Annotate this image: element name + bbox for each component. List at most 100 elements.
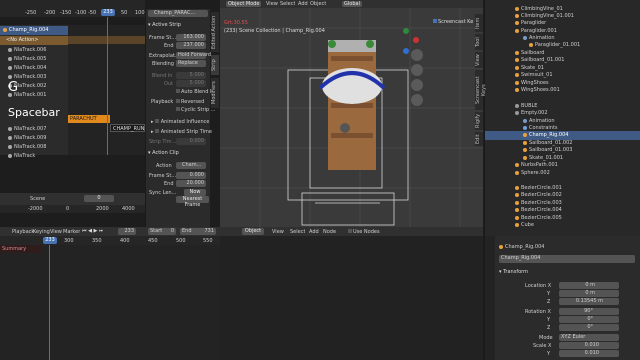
start-frame-field[interactable]: Start 0 xyxy=(148,228,176,235)
checkbox-icon[interactable] xyxy=(8,74,12,79)
node-select-menu[interactable]: Select xyxy=(290,229,305,235)
strip-time-field[interactable]: 0.000 xyxy=(176,138,206,145)
timeline-current-frame[interactable]: 233 xyxy=(43,237,57,244)
keying-menu[interactable]: Keying xyxy=(33,229,50,235)
nla-bottom-snap[interactable]: Scene xyxy=(30,196,45,202)
add-menu[interactable]: Add xyxy=(298,1,308,7)
checkbox-icon[interactable] xyxy=(8,153,12,158)
nla-channel-object[interactable]: Champ_Rig.004 xyxy=(0,26,68,35)
nla-track[interactable]: NlaTrack.005 xyxy=(0,55,68,64)
nla-track[interactable]: NlaTrack.007 xyxy=(0,125,68,134)
tab-strip[interactable]: Strip xyxy=(211,55,219,75)
node-editor-canvas[interactable] xyxy=(220,236,483,360)
end-frame-field[interactable]: End 731 xyxy=(180,228,216,235)
rotation-x-field[interactable]: 90° xyxy=(559,308,619,315)
outliner-item[interactable]: WingShoes.001 xyxy=(485,86,640,95)
nla-track[interactable]: NlaTrack.008 xyxy=(0,143,68,152)
blending-select[interactable]: Replace xyxy=(176,60,206,67)
action-clip-header[interactable]: ▾ Action Clip xyxy=(148,150,179,156)
tab-screencast-keys[interactable]: Screencast Keys xyxy=(475,70,487,110)
location-z-field[interactable]: 0.13545 m xyxy=(559,298,619,305)
tab-edit[interactable]: Edit xyxy=(475,132,483,146)
nla-channel-action[interactable]: <No Action> xyxy=(0,36,68,45)
nla-bottom-frame[interactable]: 0 xyxy=(84,195,114,202)
outliner-item[interactable]: Sphere.002 xyxy=(485,169,640,178)
screencast-toggle[interactable]: Screencast Ke xyxy=(433,19,473,25)
rotation-mode-select[interactable]: XYZ Euler xyxy=(559,334,619,341)
tab-rigify[interactable]: Rigify xyxy=(475,112,483,130)
reversed-checkbox[interactable]: Reversed xyxy=(176,99,204,105)
nla-ruler[interactable]: -250 -200 -150 -100 -50 0 50 100 xyxy=(0,0,145,17)
action-label: Action xyxy=(156,163,172,169)
armature-icon xyxy=(523,132,527,137)
extrapolation-select[interactable]: Hold Forward xyxy=(176,52,211,59)
tab-modifiers[interactable]: Modifiers xyxy=(211,78,219,108)
checkbox-icon[interactable] xyxy=(8,135,12,140)
frame-start-field[interactable]: 163.000 xyxy=(176,34,206,41)
nla-current-frame[interactable]: 233 xyxy=(101,9,115,16)
object-menu[interactable]: Object xyxy=(310,1,326,7)
animated-influence-panel[interactable]: ▸ Animated Influence xyxy=(151,119,209,125)
tab-edited-action[interactable]: Edited Action xyxy=(211,12,219,52)
nla-track[interactable]: NlaTrack.009 xyxy=(0,134,68,143)
blend-in-field[interactable]: 5.000 xyxy=(176,72,206,79)
viewport-3d[interactable]: Grt:30.55 (233) Scene Collection | Champ… xyxy=(220,8,483,227)
checkbox-icon[interactable] xyxy=(8,65,12,70)
nla-track[interactable]: NlaTrack.006 xyxy=(0,46,68,55)
object-icon xyxy=(523,147,527,152)
timeline-dopesheet[interactable]: Summary xyxy=(0,245,220,360)
nla-strip-champ-run[interactable]: CHAMP_RUN.0 xyxy=(110,124,149,132)
location-y-field[interactable]: 0 m xyxy=(559,290,619,297)
nla-strip-parachute[interactable]: PARACHUT xyxy=(68,115,110,123)
object-mode-select[interactable]: Object Mode xyxy=(226,1,261,7)
action-end-field[interactable]: 20.000 xyxy=(176,180,206,187)
active-strip-header[interactable]: ▾ Active Strip xyxy=(148,22,181,28)
view-menu[interactable]: View xyxy=(50,229,62,235)
location-x-field[interactable]: 0 m xyxy=(559,282,619,289)
action-select[interactable]: Cham... xyxy=(176,162,206,169)
transform-panel-header[interactable]: ▾ Transform xyxy=(499,269,528,275)
strip-name-field[interactable]: Champ_PARAC... xyxy=(148,10,208,17)
blending-label: Blending xyxy=(152,61,174,67)
transform-orientation-select[interactable]: Global xyxy=(342,1,362,7)
summary-row[interactable]: Summary xyxy=(0,245,42,253)
sync-now-button[interactable]: Now xyxy=(184,189,206,196)
nla-track[interactable]: NlaTrack xyxy=(0,152,68,160)
nla-track[interactable]: NlaTrack.004 xyxy=(0,64,68,73)
checkbox-icon[interactable] xyxy=(8,144,12,149)
outliner-item[interactable]: Cube xyxy=(485,221,640,230)
rotation-y-field[interactable]: 0° xyxy=(559,316,619,323)
marker-menu[interactable]: Marker xyxy=(63,229,80,235)
scale-y-field[interactable]: 0.010 xyxy=(559,350,619,357)
checkbox-icon[interactable] xyxy=(8,56,12,61)
tab-view[interactable]: View xyxy=(475,52,483,68)
transport-controls[interactable]: ⏮ ◀ ▶ ⏭ xyxy=(82,228,103,234)
use-nodes-toggle[interactable]: Use Nodes xyxy=(348,229,380,235)
nla-bottom-ruler[interactable]: -2000 0 2000 4000 xyxy=(0,205,145,213)
node-node-menu[interactable]: Node xyxy=(323,229,336,235)
current-frame-field[interactable]: 233 xyxy=(118,228,136,235)
animated-strip-time-panel[interactable]: ▸ Animated Strip Time xyxy=(151,129,212,135)
node-type-select[interactable]: Object xyxy=(242,228,264,235)
tab-tool[interactable]: Tool xyxy=(475,34,483,50)
scale-x-field[interactable]: 0.010 xyxy=(559,342,619,349)
blend-out-field[interactable]: 5.000 xyxy=(176,80,206,87)
end-field[interactable]: 237.000 xyxy=(176,42,206,49)
cyclic-checkbox[interactable]: Cyclic Strip ... xyxy=(176,107,215,113)
view-menu[interactable]: View xyxy=(266,1,278,7)
node-view-menu[interactable]: View xyxy=(272,229,284,235)
frame-start-2-label: Frame St... xyxy=(149,173,177,179)
nla-strip-area[interactable]: PARACHUT CHAMP_RUN.0 xyxy=(68,17,149,155)
action-frame-start-field[interactable]: 0.000 xyxy=(176,172,206,179)
tab-item[interactable]: Item xyxy=(475,14,483,32)
object-name-field[interactable]: Champ_Rig.004 xyxy=(499,255,635,263)
playback-menu[interactable]: Playback xyxy=(12,229,34,235)
checkbox-icon[interactable] xyxy=(8,126,12,131)
rotation-z-field[interactable]: 0° xyxy=(559,324,619,331)
nearest-frame-select[interactable]: Nearest Frame xyxy=(176,196,209,208)
viewport-info-line: (233) Scene Collection | Champ_Rig.004 xyxy=(224,28,325,34)
timeline-ruler[interactable]: 200 300 350 400 450 500 550 233 xyxy=(0,236,220,245)
select-menu[interactable]: Select xyxy=(280,1,295,7)
checkbox-icon[interactable] xyxy=(8,47,12,52)
node-add-menu[interactable]: Add xyxy=(309,229,319,235)
